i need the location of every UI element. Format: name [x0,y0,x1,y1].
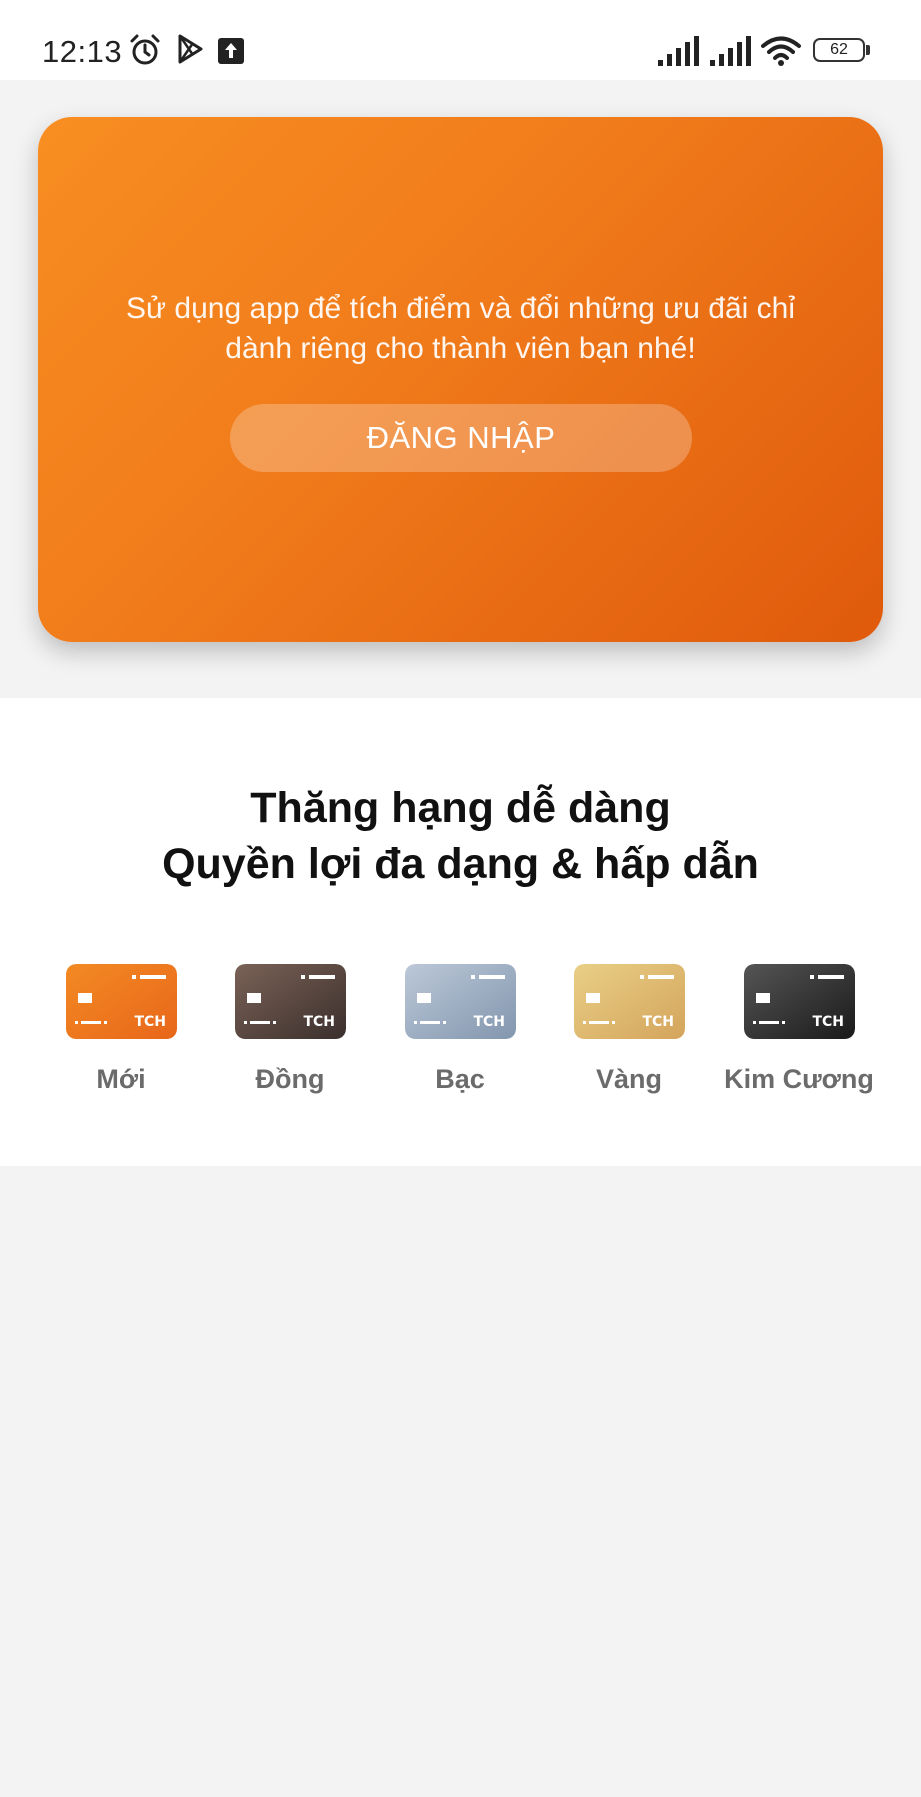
alarm-icon [130,34,160,65]
tier-card-text: TCH [134,1014,166,1030]
tier-label: Bạc [435,1064,485,1094]
upload-icon [218,38,244,64]
tiers-title-line-2: Quyền lợi đa dạng & hấp dẫn [162,840,759,888]
wifi-icon [761,36,801,66]
signal-icon [710,36,751,66]
tier-card-text: TCH [812,1014,844,1030]
tier-card-icon: TCH [574,964,685,1039]
tier-label: Đồng [255,1064,325,1094]
tier-item-dong[interactable]: TCH Đồng [210,964,370,1104]
promo-line-1: Sử dụng app để tích điểm và đổi những ưu… [125,292,795,325]
tier-card-icon: TCH [235,964,346,1039]
tier-item-bac[interactable]: TCH Bạc [380,964,540,1104]
tier-label: Kim Cương [724,1064,874,1094]
tier-card-text: TCH [303,1014,335,1030]
tier-item-moi[interactable]: TCH Mới [41,964,201,1104]
tier-item-vang[interactable]: TCH Vàng [549,964,709,1104]
status-bar: 12:13 62 [0,0,921,80]
tier-card-text: TCH [473,1014,505,1030]
battery-level: 62 [830,41,848,58]
promo-message: Sử dụng app để tích điểm và đổi những ưu… [98,289,823,369]
tier-card-icon: TCH [66,964,177,1039]
promo-card: Sử dụng app để tích điểm và đổi những ưu… [38,117,883,642]
login-button[interactable]: ĐĂNG NHẬP [230,404,692,472]
tier-label: Vàng [595,1064,662,1094]
battery-tip [866,45,870,55]
tier-card-icon: TCH [744,964,855,1039]
tiers-title: Thăng hạng dễ dàng Quyền lợi đa dạng & h… [0,780,921,892]
tier-item-kim-cuong[interactable]: TCH Kim Cương [719,964,879,1104]
tier-card-icon: TCH [405,964,516,1039]
tiers-section: Thăng hạng dễ dàng Quyền lợi đa dạng & h… [0,698,921,1166]
signal-icon [658,36,699,66]
tiers-title-line-1: Thăng hạng dễ dàng [250,784,671,832]
tier-label: Mới [96,1064,146,1094]
play-store-icon [178,34,203,64]
status-time: 12:13 [42,34,123,69]
tier-card-text: TCH [642,1014,674,1030]
promo-line-2: dành riêng cho thành viên bạn nhé! [225,332,696,365]
battery-icon: 62 [813,38,865,62]
